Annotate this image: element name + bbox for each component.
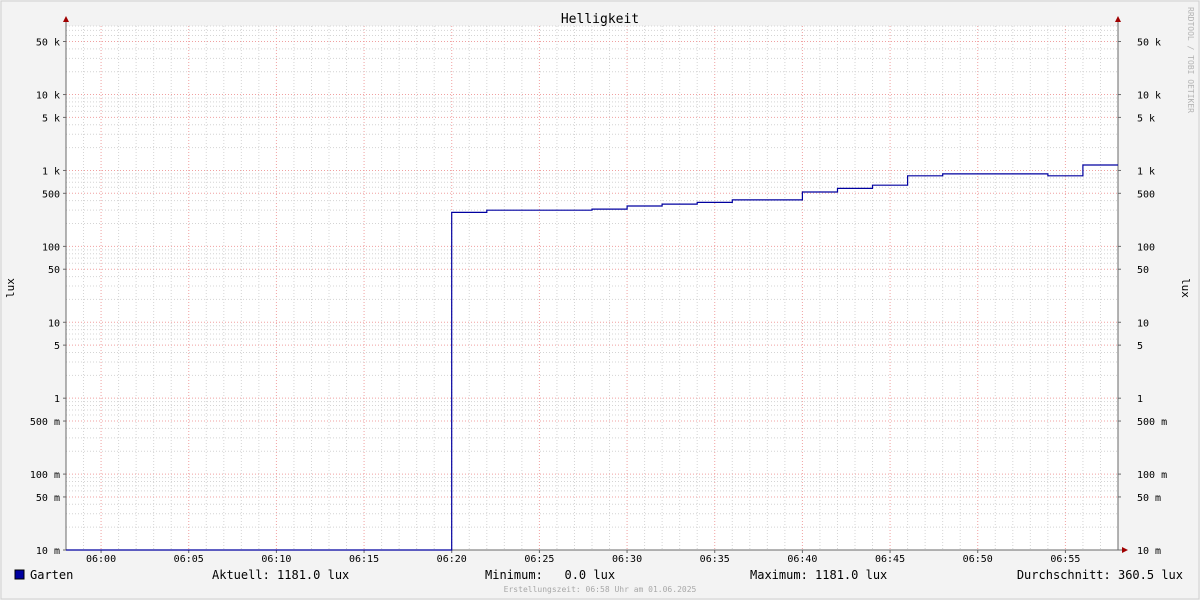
x-tick-label: 06:45 xyxy=(875,554,905,565)
y-tick-label-left: 1 xyxy=(54,394,60,405)
y-tick-label-right: 50 xyxy=(1137,265,1149,276)
legend-swatch xyxy=(14,569,25,580)
legend-series-name: Garten xyxy=(30,568,73,582)
y-tick-label-left: 50 m xyxy=(36,493,60,504)
x-tick-label: 06:20 xyxy=(437,554,467,565)
y-tick-label-left: 100 m xyxy=(30,470,60,481)
x-tick-labels: 06:00 06:05 06:10 06:15 06:20 06:25 06:30 06:35… xyxy=(86,554,1080,565)
y-axis-label-left: lux xyxy=(4,278,17,298)
x-tick-label: 06:15 xyxy=(349,554,379,565)
y-tick-label-right: 5 k xyxy=(1137,113,1155,124)
y-tick-label-left: 50 xyxy=(48,265,60,276)
chart-title: Helligkeit xyxy=(561,12,639,27)
legend-maximum: Maximum: 1181.0 lux xyxy=(750,568,887,582)
y-tick-label-right: 10 k xyxy=(1137,91,1161,102)
y-tick-label-right: 10 xyxy=(1137,318,1149,329)
y-tick-label-right: 100 xyxy=(1137,242,1155,253)
y-axis-label-right: lux xyxy=(1179,278,1192,298)
y-tick-label-right: 1 xyxy=(1137,394,1143,405)
x-tick-label: 06:30 xyxy=(612,554,642,565)
legend-aktuell: Aktuell: 1181.0 lux xyxy=(212,568,349,582)
x-tick-label: 06:35 xyxy=(700,554,730,565)
footer-timestamp: Erstellungszeit: 06:58 Uhr am 01.06.2025 xyxy=(504,585,697,594)
y-tick-label-right: 100 m xyxy=(1137,470,1167,481)
x-tick-label: 06:55 xyxy=(1050,554,1080,565)
y-tick-label-right: 50 k xyxy=(1137,37,1161,48)
y-tick-label-left: 10 xyxy=(48,318,60,329)
y-tick-label-left: 5 xyxy=(54,341,60,352)
y-axis-arrow-right xyxy=(1115,16,1121,22)
y-tick-label-right: 10 m xyxy=(1137,546,1161,557)
y-tick-label-left: 1 k xyxy=(42,166,60,177)
x-tick-label: 06:10 xyxy=(261,554,291,565)
legend-durchschnitt: Durchschnitt: 360.5 lux xyxy=(1017,568,1183,582)
x-tick-label: 06:05 xyxy=(174,554,204,565)
y-tick-label-right: 5 xyxy=(1137,341,1143,352)
y-tick-label-left: 10 m xyxy=(36,546,60,557)
x-tick-label: 06:25 xyxy=(524,554,554,565)
y-tick-label-left: 10 k xyxy=(36,91,60,102)
legend-minimum: Minimum: 0.0 lux xyxy=(485,568,615,582)
chart: 06:00 06:05 06:10 06:15 06:20 06:25 06:30 06:35… xyxy=(0,0,1200,600)
x-tick-label: 06:40 xyxy=(787,554,817,565)
y-tick-label-right: 1 k xyxy=(1137,166,1155,177)
x-axis-arrow xyxy=(1122,547,1128,553)
y-tick-label-right: 50 m xyxy=(1137,493,1161,504)
y-axis-arrow-left xyxy=(63,16,69,22)
y-tick-label-left: 100 xyxy=(42,242,60,253)
y-tick-label-left: 500 m xyxy=(30,417,60,428)
watermark: RRDTOOL / TOBI OETIKER xyxy=(1186,7,1195,113)
y-tick-label-left: 500 xyxy=(42,189,60,200)
x-tick-label: 06:50 xyxy=(963,554,993,565)
y-tick-label-left: 5 k xyxy=(42,113,60,124)
y-tick-label-right: 500 xyxy=(1137,189,1155,200)
y-tick-label-right: 500 m xyxy=(1137,417,1167,428)
y-tick-label-left: 50 k xyxy=(36,37,60,48)
x-tick-label: 06:00 xyxy=(86,554,116,565)
